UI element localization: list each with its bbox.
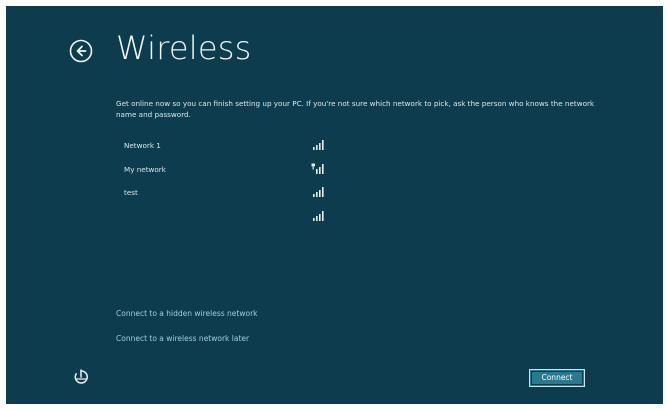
network-list: Network 1 My network test [116,136,326,230]
back-button[interactable] [69,39,93,63]
page-description: Get online now so you can finish setting… [116,99,595,119]
connect-later-link[interactable]: Connect to a wireless network later [116,334,249,343]
page-title: Wireless [116,29,252,67]
connect-button-focus-ring [531,371,583,385]
wifi-signal-secured-icon [311,163,324,174]
frame: Wireless Get online now so you can finis… [0,0,669,410]
wifi-signal-icon [313,140,324,150]
setup-screen: Wireless Get online now so you can finis… [6,6,663,404]
network-item[interactable]: My network [116,160,326,184]
wifi-signal-icon [313,187,324,197]
ease-of-access-icon [74,369,89,384]
wifi-signal-icon [313,210,324,221]
ease-of-access-button[interactable] [73,369,89,385]
network-item[interactable] [116,207,326,231]
connect-button[interactable]: Connect [529,369,585,387]
network-name: My network [124,164,166,174]
connect-hidden-network-link[interactable]: Connect to a hidden wireless network [116,309,258,318]
back-arrow-icon [69,39,93,63]
network-name: test [124,188,138,197]
network-name: Network 1 [124,141,161,150]
network-item[interactable]: test [116,183,326,207]
network-item[interactable]: Network 1 [116,136,326,160]
